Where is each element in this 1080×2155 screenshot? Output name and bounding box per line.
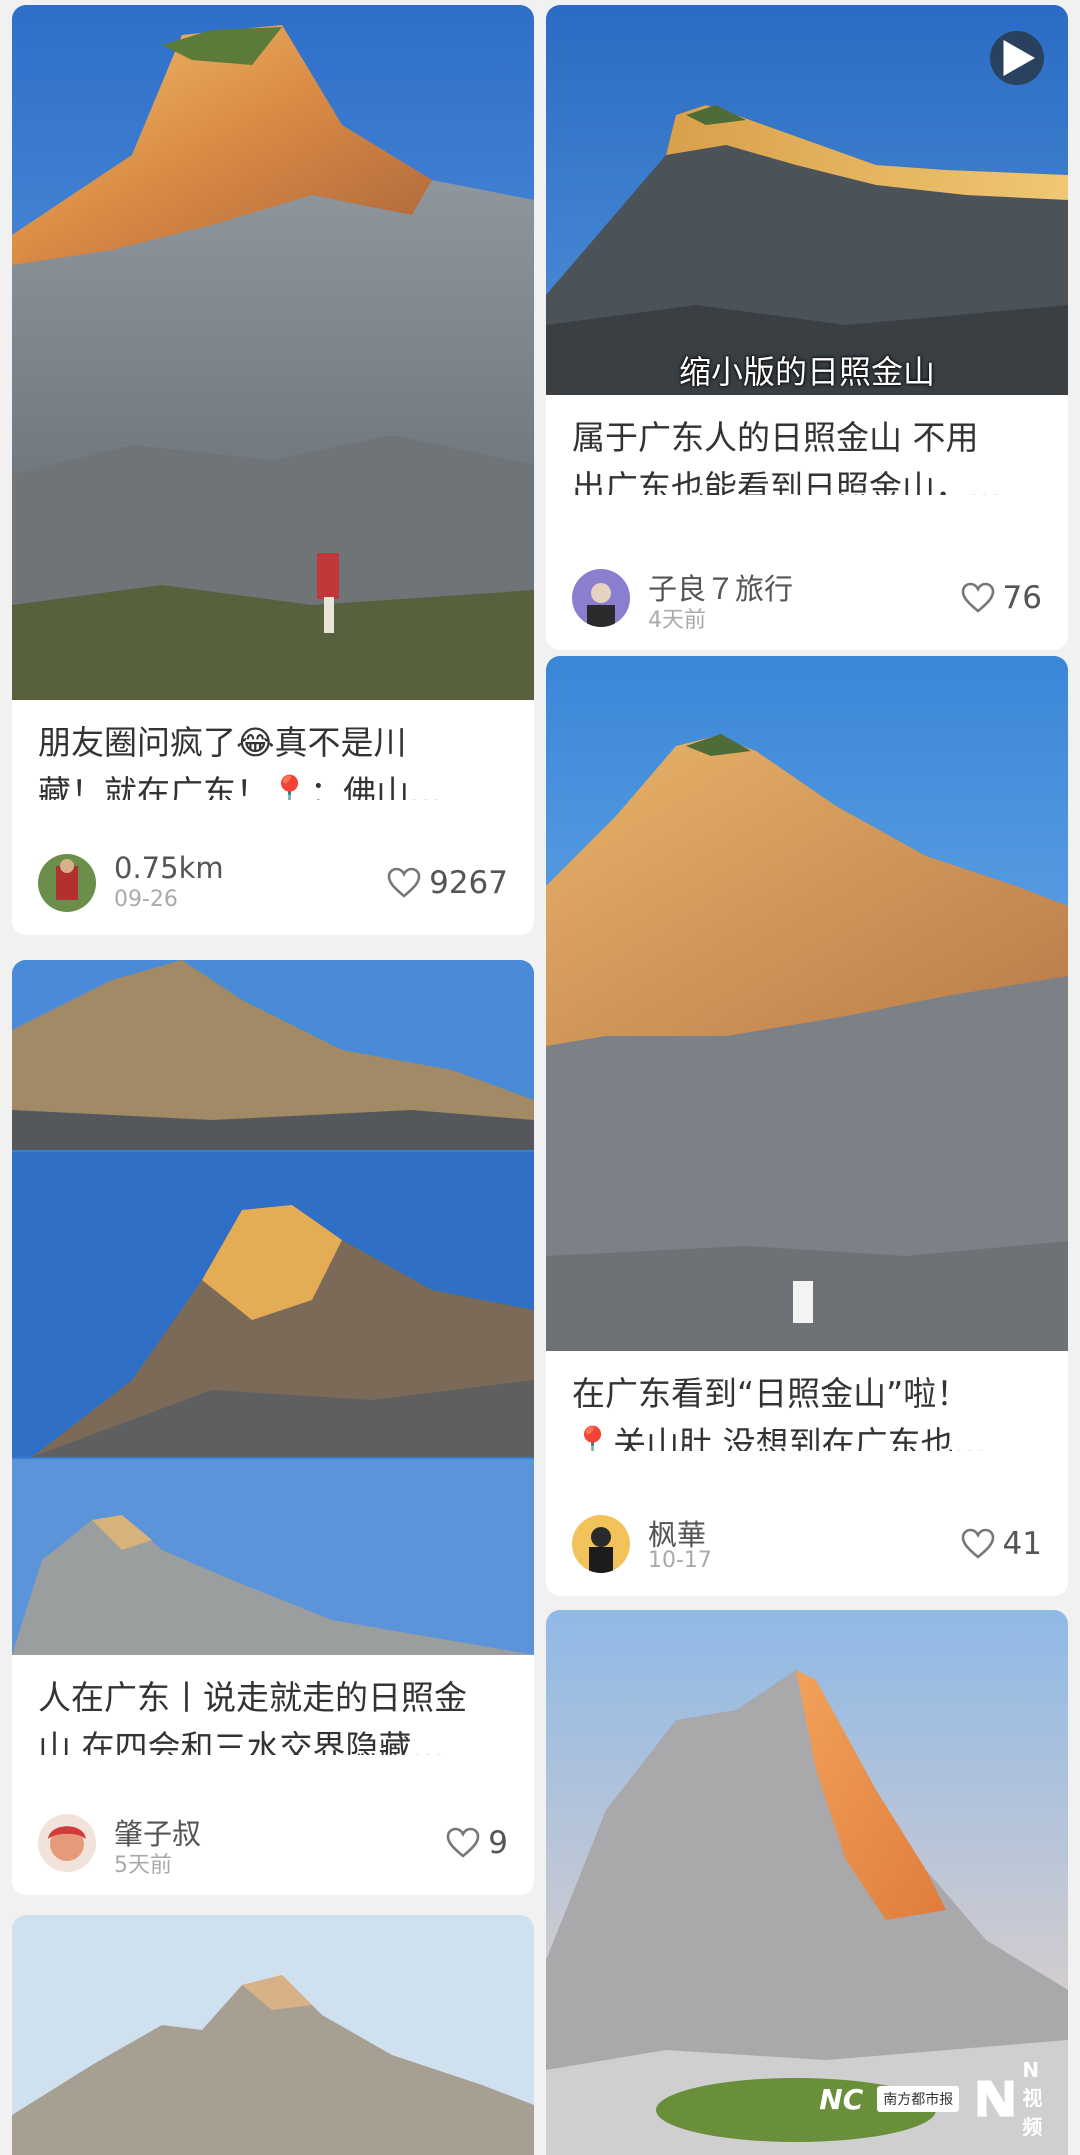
newspaper-logo: 南方都市报 — [877, 2086, 960, 2112]
card-caption[interactable]: 在广东看到“日照金山”啦！ 📍关山肚 没想到在广东也… — [546, 1351, 1068, 1451]
caption-line: 人在广东丨说走就走的日照金 — [38, 1678, 467, 1717]
card-meta: 枫華 10-17 41 — [572, 1514, 1042, 1576]
caption-line: 出广东也能看到日照金山，… — [572, 468, 1001, 495]
feed-card-1[interactable]: 朋友圈问疯了😂真不是川 藏！就在广东！📍：佛山… 0.75km 09-26 92… — [12, 5, 534, 935]
card-image[interactable] — [12, 1915, 534, 2155]
caption-line: 📍关山肚 没想到在广东也… — [572, 1424, 987, 1451]
like-count: 76 — [1002, 580, 1042, 616]
post-time: 5天前 — [114, 1853, 172, 1878]
like-button[interactable]: 41 — [961, 1524, 1042, 1564]
like-button[interactable]: 76 — [961, 578, 1042, 618]
card-image[interactable] — [12, 960, 534, 1655]
caption-line: 藏！就在广东！📍：佛山… — [38, 773, 443, 800]
caption-line: 在广东看到“日照金山”啦！ — [572, 1374, 970, 1413]
caption-line: 山 在四会和三水交界隐藏… — [38, 1728, 445, 1755]
card-image[interactable]: 缩小版的日照金山 — [546, 5, 1068, 395]
feed-card-2[interactable]: 缩小版的日照金山 属于广东人的日照金山 不用 出广东也能看到日照金山，… 子良７… — [546, 5, 1068, 650]
feed-card-6[interactable]: NC 南方都市报 N视频 — [546, 1610, 1068, 2155]
like-button[interactable]: 9267 — [387, 863, 508, 903]
author-name[interactable]: 0.75km — [114, 851, 224, 885]
video-brand-logo: N视频 — [973, 2058, 1054, 2140]
mountain-photo — [546, 656, 1068, 1351]
mountain-photo — [12, 1915, 534, 2155]
like-count: 9267 — [429, 865, 508, 901]
n-video-icon — [977, 2080, 1014, 2118]
feed-card-3[interactable]: 人在广东丨说走就走的日照金 山 在四会和三水交界隐藏… 肇子叔 5天前 9 — [12, 960, 534, 1895]
heart-icon — [961, 582, 994, 613]
heart-icon — [961, 1528, 994, 1559]
card-caption[interactable]: 人在广东丨说走就走的日照金 山 在四会和三水交界隐藏… — [12, 1655, 534, 1755]
play-icon — [1003, 40, 1035, 76]
like-button[interactable]: 9 — [446, 1823, 508, 1863]
card-image[interactable]: NC 南方都市报 N视频 — [546, 1610, 1068, 2155]
heart-icon — [446, 1827, 480, 1858]
card-caption[interactable]: 属于广东人的日照金山 不用 出广东也能看到日照金山，… — [546, 395, 1068, 495]
caption-line: 属于广东人的日照金山 不用 — [572, 418, 979, 457]
feed-card-4[interactable]: 在广东看到“日照金山”啦！ 📍关山肚 没想到在广东也… 枫華 10-17 41 — [546, 656, 1068, 1596]
heart-icon — [387, 867, 421, 898]
nc-logo: NC — [819, 2082, 864, 2116]
caption-line: 朋友圈问疯了😂真不是川 — [38, 723, 407, 762]
avatar[interactable] — [572, 569, 630, 627]
card-caption[interactable]: 朋友圈问疯了😂真不是川 藏！就在广东！📍：佛山… — [12, 700, 534, 800]
post-time: 4天前 — [648, 608, 706, 633]
avatar[interactable] — [38, 854, 96, 912]
mountain-photo-collage — [12, 960, 534, 1655]
card-meta: 肇子叔 5天前 9 — [38, 1813, 508, 1878]
mountain-photo — [12, 5, 534, 700]
avatar[interactable] — [38, 1814, 96, 1872]
video-overlay-text: 缩小版的日照金山 — [678, 353, 935, 391]
publisher-watermark: NC 南方都市报 N视频 — [819, 2058, 1054, 2140]
like-count: 41 — [1002, 1526, 1042, 1562]
card-meta: 子良７旅行 4天前 76 — [572, 568, 1042, 633]
post-time: 09-26 — [114, 887, 178, 912]
card-meta: 0.75km 09-26 9267 — [38, 851, 508, 915]
card-image[interactable] — [12, 5, 534, 700]
feed-card-5[interactable] — [12, 1915, 534, 2155]
post-time: 10-17 — [648, 1548, 712, 1573]
like-count: 9 — [488, 1825, 508, 1861]
avatar[interactable] — [572, 1515, 630, 1573]
card-image[interactable] — [546, 656, 1068, 1351]
video-play-button[interactable] — [990, 31, 1044, 85]
